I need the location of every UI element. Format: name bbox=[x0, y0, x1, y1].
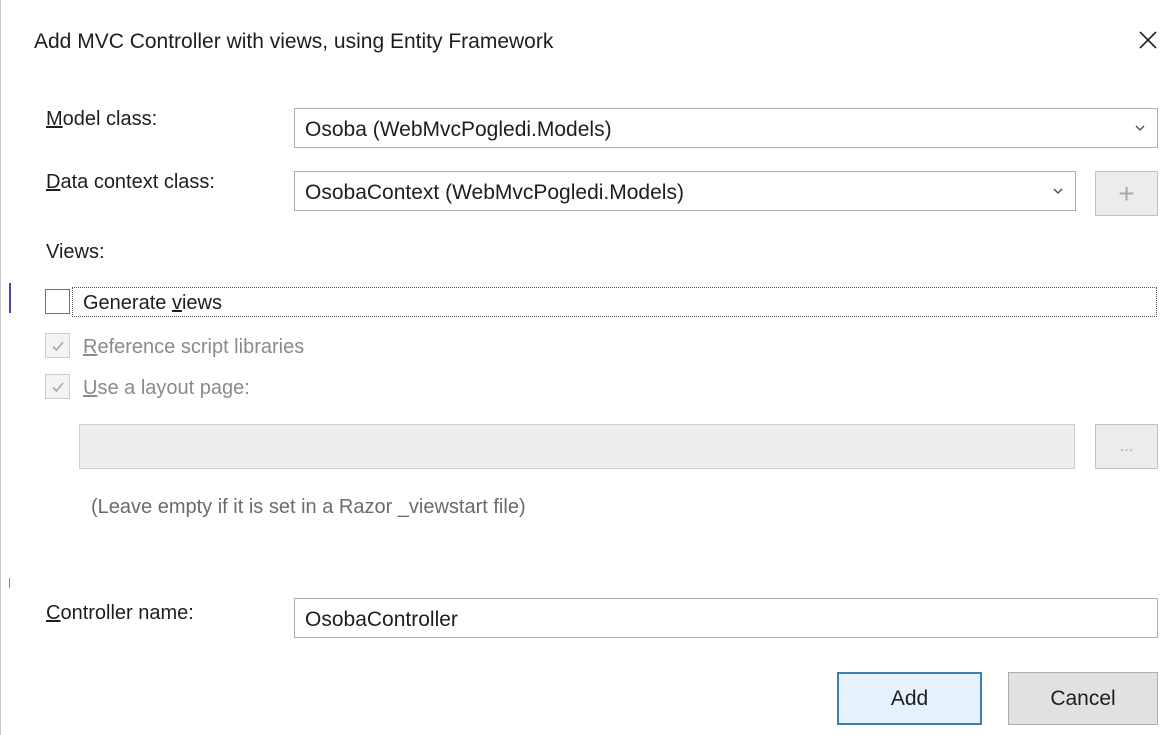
focus-rectangle bbox=[72, 287, 1157, 317]
use-layout-checkbox[interactable] bbox=[45, 374, 70, 399]
views-heading: Views: bbox=[46, 241, 105, 263]
model-class-label: Model class: bbox=[46, 108, 158, 130]
side-marker-bottom bbox=[9, 578, 10, 588]
plus-icon: + bbox=[1118, 177, 1135, 209]
controller-name-label: Controller name: bbox=[46, 602, 194, 624]
reference-scripts-label[interactable]: Reference script libraries bbox=[83, 336, 304, 359]
chevron-down-icon bbox=[1053, 188, 1063, 194]
layout-path-input[interactable] bbox=[79, 424, 1075, 469]
chevron-down-icon bbox=[1135, 125, 1145, 131]
cancel-button[interactable]: Cancel bbox=[1008, 672, 1158, 725]
data-context-label: Data context class: bbox=[46, 171, 215, 193]
reference-scripts-checkbox[interactable] bbox=[45, 333, 70, 358]
browse-layout-button[interactable]: ... bbox=[1095, 424, 1158, 469]
dialog-window: Add MVC Controller with views, using Ent… bbox=[0, 0, 1169, 735]
ellipsis-icon: ... bbox=[1119, 437, 1134, 455]
model-class-combobox[interactable]: Osoba (WebMvcPogledi.Models) bbox=[294, 108, 1158, 148]
dialog-title: Add MVC Controller with views, using Ent… bbox=[34, 30, 554, 53]
side-marker bbox=[9, 283, 11, 313]
close-button[interactable] bbox=[1131, 20, 1165, 60]
data-context-value: OsobaContext (WebMvcPogledi.Models) bbox=[305, 181, 684, 204]
layout-hint: (Leave empty if it is set in a Razor _vi… bbox=[91, 496, 526, 518]
use-layout-label[interactable]: Use a layout page: bbox=[83, 377, 250, 400]
controller-name-input[interactable]: OsobaController bbox=[294, 598, 1158, 638]
data-context-combobox[interactable]: OsobaContext (WebMvcPogledi.Models) bbox=[294, 171, 1076, 211]
generate-views-label[interactable]: Generate views bbox=[83, 292, 222, 315]
add-button[interactable]: Add bbox=[837, 672, 982, 725]
checkmark-icon bbox=[51, 381, 64, 392]
model-class-value: Osoba (WebMvcPogledi.Models) bbox=[305, 118, 612, 141]
generate-views-checkbox[interactable] bbox=[45, 289, 70, 314]
add-data-context-button[interactable]: + bbox=[1095, 171, 1158, 216]
checkmark-icon bbox=[51, 340, 64, 351]
close-icon bbox=[1139, 31, 1157, 49]
